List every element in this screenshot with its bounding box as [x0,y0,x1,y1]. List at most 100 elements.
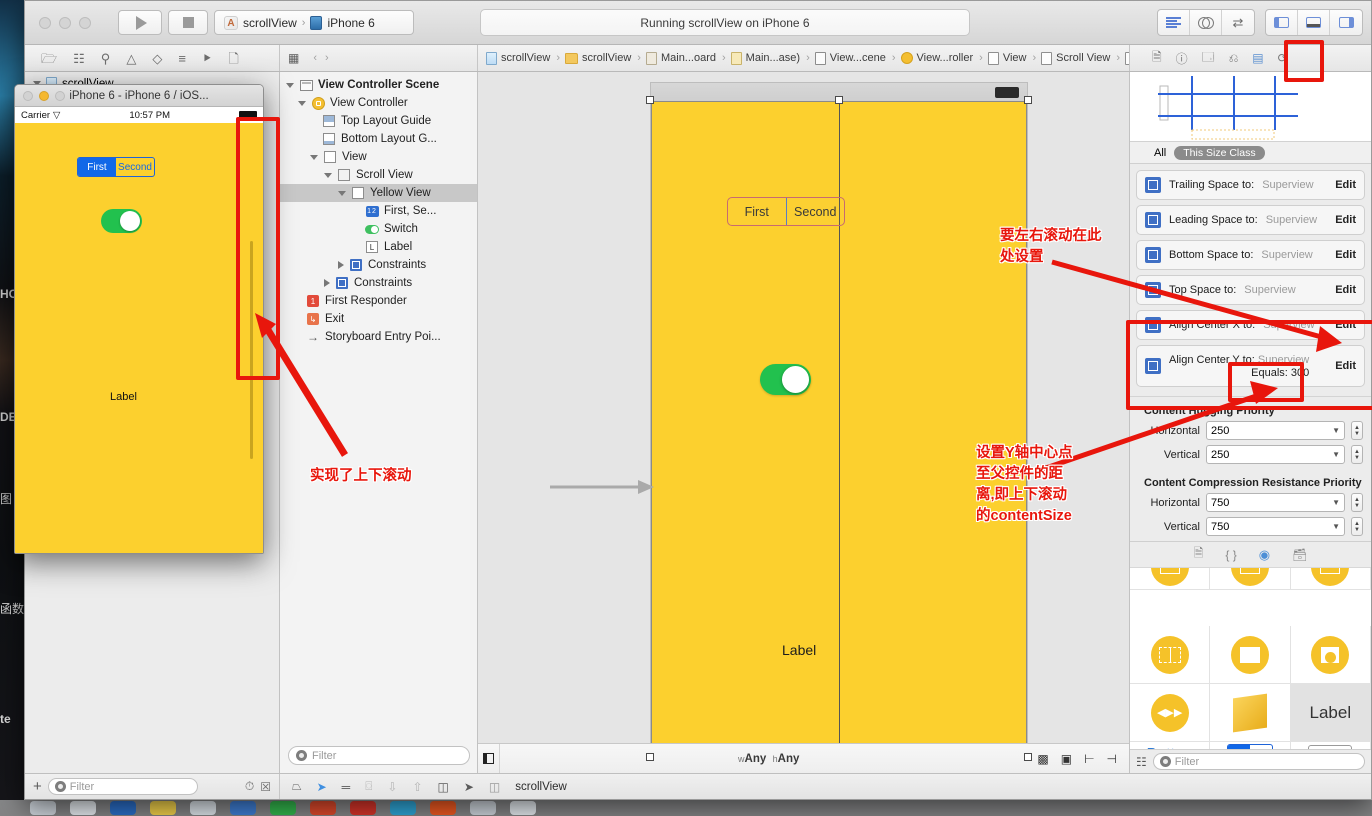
disclosure-triangle-icon[interactable] [310,154,318,160]
outline-row-scroll-view[interactable]: Scroll View [280,166,477,184]
outline-row-label[interactable]: L Label [280,238,477,256]
outline-row-top-layout-guide[interactable]: Top Layout Guide [280,112,477,130]
file-inspector-icon[interactable]: 🗎 [1152,48,1162,69]
resize-handle[interactable] [1024,753,1032,761]
assistant-editor-button[interactable] [1190,10,1222,35]
outline-row-view-controller-scene[interactable]: View Controller Scene [280,76,477,94]
library-cell[interactable] [1210,568,1291,590]
library-cell[interactable] [1130,568,1211,590]
code-snippet-library-icon[interactable]: { } [1225,548,1236,562]
disclosure-triangle-icon[interactable] [324,172,332,178]
search-navigator-icon[interactable]: ⚲ [101,52,111,65]
library-cell-label[interactable]: Label [1290,684,1371,742]
constraint-align-center-x[interactable]: Align Center X to: Superview Edit [1136,310,1365,340]
editor-mode-group[interactable]: ⇄ [1157,9,1255,36]
recent-files-filter-icon[interactable]: ⏱ [245,779,254,794]
scope-this-size-class-tab[interactable]: This Size Class [1174,145,1265,160]
equals-value[interactable]: 300 [1291,367,1309,379]
outline-row-switch[interactable]: Switch [280,220,477,238]
outline-row-exit[interactable]: ↳ Exit [280,310,477,328]
zoom-cursor-icon[interactable]: ➤ [464,780,474,794]
resize-handle[interactable] [646,96,654,104]
canvas-breadcrumb[interactable]: scrollView › scrollView › Main...oard › Mai… [478,45,1129,71]
version-editor-button[interactable]: ⇄ [1222,10,1254,35]
resolve-icon[interactable]: ⇧ [412,780,422,794]
outline-row-yellow-view[interactable]: Yellow View [280,184,477,202]
library-cell-object[interactable] [1210,684,1291,742]
dock-icon[interactable] [390,801,416,815]
run-button[interactable] [118,10,162,35]
embed-icon[interactable]: ◫ [438,780,449,794]
chevron-down-icon[interactable]: ▼ [1332,522,1340,531]
issue-navigator-icon[interactable]: △ [126,52,136,65]
constraint-align-center-y[interactable]: Align Center Y to: Superview Equals: 300… [1136,345,1365,387]
navigator-selector-bar[interactable]: 🗁 ☷ ⚲ △ ◇ ≡ ⯈ 🗋 [25,45,280,71]
dock[interactable] [0,800,1372,816]
view-as-icon[interactable]: ⏢ [292,779,302,794]
switch-canvas[interactable] [760,364,811,395]
disclosure-triangle-icon[interactable] [338,190,346,196]
breadcrumb-item[interactable]: Main...ase) › [730,51,812,65]
dock-icon[interactable] [110,801,136,815]
disclosure-triangle-icon[interactable] [298,100,306,106]
breadcrumb-item[interactable]: scrollView › [564,52,643,64]
standard-editor-button[interactable] [1158,10,1190,35]
dock-icon[interactable] [310,801,336,815]
segment-second[interactable]: Second [787,198,845,225]
compression-vertical-stepper[interactable]: ▲ ▼ [1351,517,1363,536]
pin-button-icon[interactable]: ▣ [1061,752,1072,766]
hugging-horizontal-combo[interactable]: 250 ▼ [1206,421,1345,440]
resize-handle[interactable] [646,753,654,761]
zoom-window-button[interactable] [79,17,91,29]
library-view-mode-icon[interactable]: ☷ [1136,755,1147,769]
navigator-filter-field[interactable]: Filter [47,778,198,795]
device-canvas[interactable]: First Second Label [646,82,1032,761]
segue-icon[interactable]: ➤ [317,780,327,794]
dock-icon[interactable] [230,801,256,815]
segment-first[interactable]: First [728,198,787,225]
chevron-down-icon[interactable]: ▼ [1332,426,1340,435]
breakpoint-navigator-icon[interactable]: ⯈ [202,52,212,65]
compression-vertical-combo[interactable]: 750 ▼ [1206,517,1345,536]
dock-icon[interactable] [30,801,56,815]
toggle-debug-area-button[interactable] [1298,10,1330,35]
breadcrumb-item[interactable]: View...cene › [814,51,898,65]
outline-grid-icon[interactable]: ▦ [288,51,299,65]
simulator-traffic-lights[interactable] [23,91,65,101]
vertical-scroll-indicator[interactable] [250,241,253,459]
simulator-close-button[interactable] [23,91,33,101]
dock-icon[interactable] [270,801,296,815]
edit-button[interactable]: Edit [1335,179,1356,191]
dock-icon[interactable] [70,801,96,815]
resize-handle[interactable] [835,96,843,104]
simulator-switch[interactable] [101,209,142,233]
library-cell-container-view[interactable] [1210,626,1291,684]
view-toggle-group[interactable] [1265,9,1363,36]
toggle-outline-button[interactable] [478,743,500,773]
file-template-library-icon[interactable]: 🗎 [1194,544,1204,565]
outline-row-view[interactable]: View [280,148,477,166]
segmented-control-canvas[interactable]: First Second [727,197,845,226]
debug-navigator-icon[interactable]: ≡ [178,52,186,65]
resolve-issues-icon[interactable]: ⊢ [1084,752,1094,766]
dock-icon[interactable] [190,801,216,815]
dock-icon[interactable] [470,801,496,815]
constraint-top-space[interactable]: Top Space to: Superview Edit [1136,275,1365,305]
library-cell-segmented[interactable]: 12 [1210,742,1291,749]
breadcrumb-item[interactable]: View...roller › [900,52,985,64]
library-cell-button[interactable]: Button [1130,742,1211,749]
outline-row-storyboard-entry-point[interactable]: → Storyboard Entry Poi... [280,328,477,346]
stack-icon[interactable]: ═ [342,780,351,794]
resizing-behavior-icon[interactable]: ⊣ [1107,752,1117,766]
toggle-navigator-button[interactable] [1266,10,1298,35]
outline-row-bottom-layout-guide[interactable]: Bottom Layout G... [280,130,477,148]
quick-help-inspector-icon[interactable]: ⓘ [1176,50,1188,67]
chevron-left-icon[interactable]: ‹ [313,52,317,64]
object-library-grid[interactable]: ◀▶▶ Label Button 12 Text [1130,567,1371,749]
chevron-down-icon[interactable]: ▼ [1332,450,1340,459]
library-filter-bar[interactable]: ☷ Filter [1130,749,1371,773]
library-cell-avatar-view[interactable] [1290,626,1371,684]
library-cell-split-view[interactable] [1130,626,1211,684]
disclosure-triangle-icon[interactable] [286,82,294,88]
outline-filter-field[interactable]: Filter [288,746,470,765]
